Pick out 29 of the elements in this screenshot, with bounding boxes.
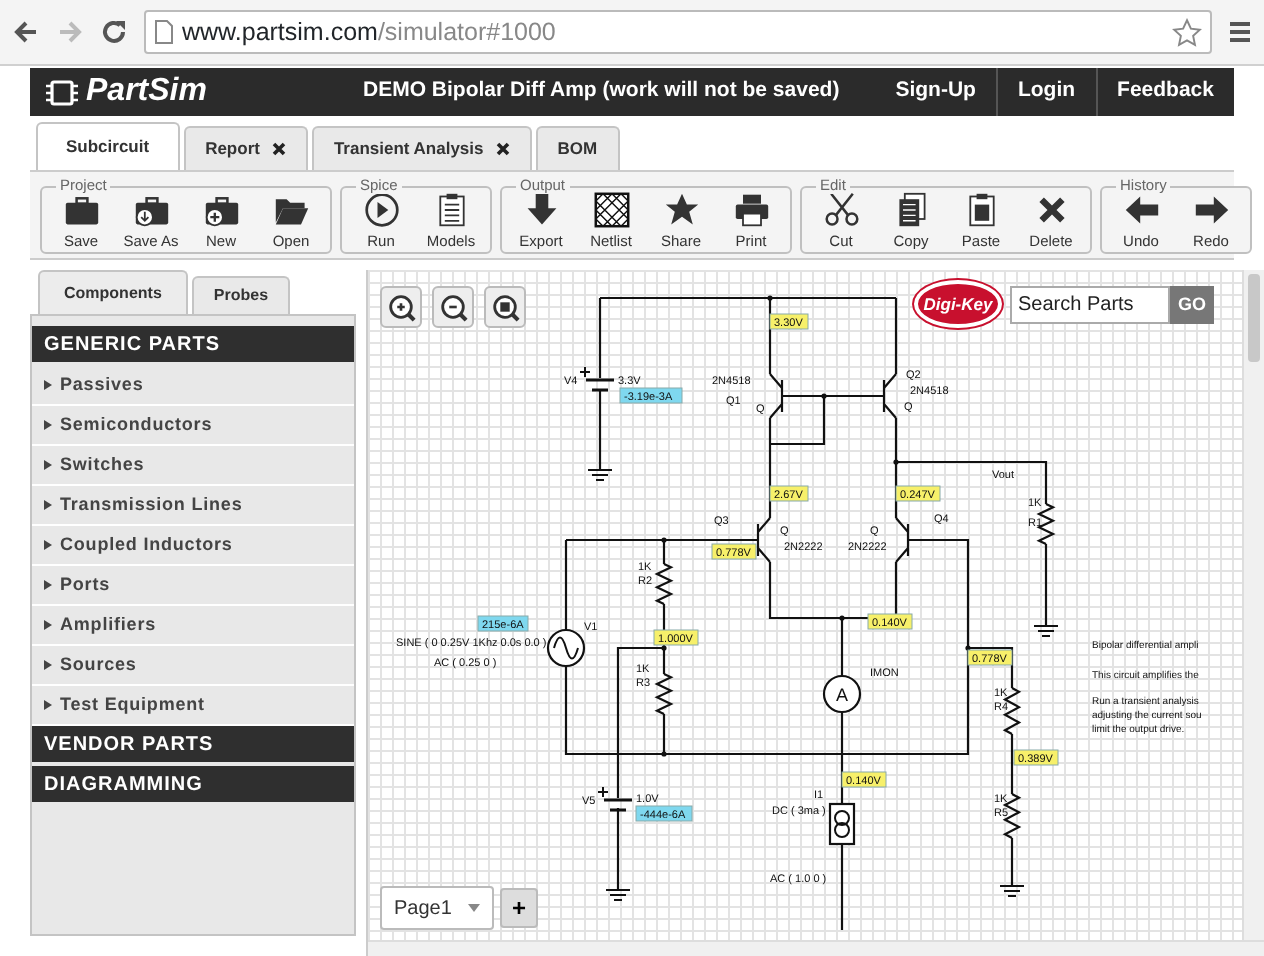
search-field[interactable]: Search Parts (1010, 286, 1170, 324)
logo-text: PartSim (86, 72, 207, 112)
panel-tab[interactable]: Probes (191, 276, 291, 314)
header-link[interactable]: Sign-Up (875, 68, 996, 116)
document-tab[interactable]: Report (183, 126, 308, 170)
category-item[interactable]: Switches (32, 446, 354, 486)
category-item[interactable]: Sources (32, 646, 354, 686)
document-title: DEMO Bipolar Diff Amp (work will not be saved) (360, 76, 842, 107)
document-tab[interactable]: Transient Analysis (311, 126, 532, 170)
add-page-button[interactable]: + (500, 888, 538, 928)
header-link[interactable]: Feedback (1095, 68, 1234, 116)
go-button[interactable]: GO (1170, 286, 1214, 324)
category-item[interactable]: Ports (32, 566, 354, 606)
category-item[interactable]: Amplifiers (32, 606, 354, 646)
header-link[interactable]: Login (995, 68, 1096, 116)
category-header[interactable]: GENERIC PARTS (32, 326, 354, 362)
address-field[interactable]: www.partsim.com/simulator#1000 (144, 10, 1212, 54)
category-item[interactable]: Coupled Inductors (32, 526, 354, 566)
document-tab[interactable]: Subcircuit (36, 122, 180, 170)
panel-tab[interactable]: Components (38, 270, 188, 314)
category-item[interactable]: Transmission Lines (32, 486, 354, 526)
category-header[interactable]: DIAGRAMMING (32, 766, 354, 802)
category-item[interactable]: Semiconductors (32, 406, 354, 446)
category-header[interactable]: VENDOR PARTS (32, 726, 354, 762)
category-item[interactable]: Passives (32, 366, 354, 406)
vendor-logo: Digi-Key (914, 280, 1002, 328)
document-tab[interactable]: BOM (535, 126, 620, 170)
page-select[interactable]: Page1 (380, 886, 494, 930)
ammeter-letter: A (836, 685, 848, 705)
